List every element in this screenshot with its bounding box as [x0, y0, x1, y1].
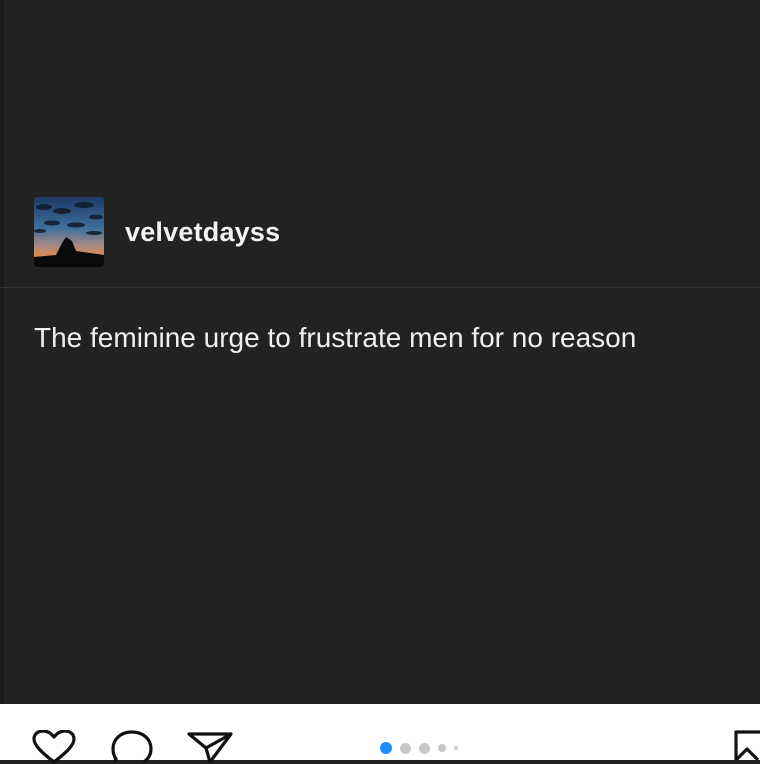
header-divider	[0, 287, 760, 288]
send-icon[interactable]	[186, 731, 234, 763]
carousel-dot[interactable]	[438, 744, 446, 752]
post-header: velvetdayss	[34, 197, 280, 267]
username[interactable]: velvetdayss	[125, 218, 280, 246]
carousel-dot[interactable]	[400, 742, 411, 754]
post-text: The feminine urge to frustrate men for n…	[34, 322, 637, 353]
carousel-indicator	[380, 742, 466, 754]
sunset-sky-avatar-icon	[34, 197, 104, 267]
bookmark-icon[interactable]	[733, 729, 760, 760]
carousel-dot[interactable]	[380, 742, 392, 754]
left-edge-border	[0, 0, 4, 704]
carousel-dot[interactable]	[419, 742, 430, 754]
comment-icon[interactable]	[108, 729, 156, 763]
heart-icon[interactable]	[31, 730, 77, 764]
avatar[interactable]	[34, 197, 104, 267]
carousel-dot[interactable]	[454, 746, 458, 750]
post-content-card: velvetdayss The feminine urge to frustra…	[0, 0, 760, 704]
